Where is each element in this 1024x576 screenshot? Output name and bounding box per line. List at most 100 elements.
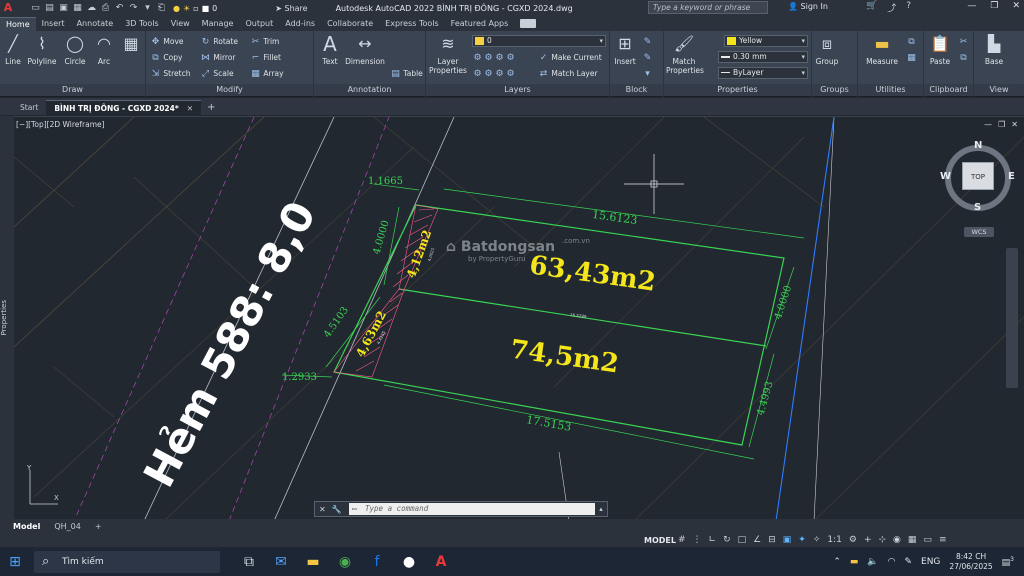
view-group-label[interactable]: View [974, 84, 1024, 96]
quick-select-icon[interactable]: ⧉ [906, 35, 917, 49]
match-layer-button[interactable]: ⇄ Match Layer [538, 67, 598, 81]
plot-icon[interactable]: ⎗ [156, 3, 167, 14]
windows-start-icon[interactable]: ⊞ [0, 554, 30, 570]
copy-clip-icon[interactable]: ⧉ [958, 51, 969, 65]
array-button[interactable]: ▦ Array [250, 67, 283, 81]
search-input[interactable]: Type a keyword or phrase [648, 1, 768, 14]
utilities-group-label[interactable]: Utilities [858, 84, 923, 96]
text-button[interactable]: A Text [318, 33, 342, 66]
calculator-icon[interactable]: ▦ [906, 51, 917, 65]
properties-group-label[interactable]: Properties [664, 84, 811, 96]
ortho-icon[interactable]: ∟ [709, 535, 717, 545]
tab-view[interactable]: View [165, 17, 196, 31]
trim-button[interactable]: ✂ Trim [250, 35, 280, 49]
block-group-label[interactable]: Block [610, 84, 663, 96]
viewcube-west[interactable]: W [940, 171, 951, 182]
mail-icon[interactable]: ✉ [272, 554, 290, 570]
group-button[interactable]: ⧈ Group [814, 33, 840, 66]
make-current-button[interactable]: ✓ Make Current [538, 51, 602, 65]
grid-icon[interactable]: # [678, 535, 686, 545]
language-indicator[interactable]: ENG [921, 557, 940, 567]
sign-in-button[interactable]: 👤 Sign In [788, 2, 828, 11]
layer-tools-row2[interactable]: ⚙ ⚙ ⚙ ⚙ [472, 67, 516, 81]
base-button[interactable]: ▙ Base [980, 33, 1008, 66]
share-button[interactable]: ➤ Share [275, 4, 307, 13]
layer-properties-button[interactable]: ≋ Layer Properties [428, 33, 468, 75]
viewcube-south[interactable]: S [974, 202, 981, 213]
fillet-button[interactable]: ⌐ Fillet [250, 51, 281, 65]
groups-group-label[interactable]: Groups [812, 84, 857, 96]
polar-icon[interactable]: ↻ [723, 535, 731, 545]
model-space-button[interactable]: MODEL [644, 536, 676, 545]
autocad-logo-icon[interactable]: A [0, 1, 16, 15]
dimension-button[interactable]: ↔ Dimension [344, 33, 386, 66]
polyline-button[interactable]: ⌇ Polyline [26, 33, 58, 66]
redo-icon[interactable]: ↷ [128, 3, 139, 14]
hardware-accel-icon[interactable]: ▦ [908, 535, 917, 545]
chrome-icon[interactable]: ◉ [336, 554, 354, 570]
annotation-scale-value[interactable]: 1:1 [827, 535, 841, 545]
file-explorer-icon[interactable]: ▬ [304, 554, 322, 570]
lineweight-dropdown[interactable]: 0.30 mm [718, 51, 808, 63]
network-icon[interactable]: ◠ [888, 557, 896, 567]
clipboard-group-label[interactable]: Clipboard [924, 84, 973, 96]
annotation-visibility-icon[interactable]: ✦ [798, 535, 806, 545]
stretch-button[interactable]: ⇲ Stretch [150, 67, 191, 81]
command-input[interactable]: Type a command [349, 503, 595, 515]
ribbon-options-icon[interactable] [520, 19, 537, 28]
layout-tab-model[interactable]: Model [6, 522, 47, 531]
tab-manage[interactable]: Manage [196, 17, 240, 31]
wcs-menu[interactable]: WCS [964, 227, 994, 237]
move-button[interactable]: ✥ Move [150, 35, 184, 49]
units-icon[interactable]: ⊹ [879, 535, 887, 545]
clean-screen-icon[interactable]: ▭ [923, 535, 932, 545]
tab-annotate[interactable]: Annotate [71, 17, 120, 31]
insert-button[interactable]: ⊞ Insert [612, 33, 638, 66]
layers-group-label[interactable]: Layers [426, 84, 609, 96]
table-button[interactable]: ▤ Table [390, 67, 423, 81]
lineweight-toggle-icon[interactable]: ⊟ [768, 535, 776, 545]
open-folder-icon[interactable]: ▤ [44, 3, 55, 14]
drawing-viewport[interactable]: [−][Top][2D Wireframe] — ❐ ✕ Hẻm 588: 8,… [14, 116, 1024, 520]
color-dropdown[interactable]: Yellow [724, 35, 808, 47]
circle-button[interactable]: ◯ Circle [62, 33, 88, 66]
new-tab-icon[interactable]: + [207, 100, 215, 115]
autocad-task-icon[interactable]: A [432, 554, 450, 570]
zalo-icon[interactable]: ● [400, 554, 418, 570]
copy-button[interactable]: ⧉ Copy [150, 51, 182, 65]
cmd-close-icon[interactable]: ✕ [319, 505, 326, 514]
viewport-controls-label[interactable]: [−][Top][2D Wireframe] [16, 120, 105, 129]
tab-featured-apps[interactable]: Featured Apps [445, 17, 515, 31]
print-icon[interactable]: ⎙ [100, 3, 111, 14]
layout-tab-qh04[interactable]: QH_04 [47, 522, 88, 531]
minimize-icon[interactable]: — [967, 1, 976, 11]
cloud-icon[interactable]: ☁ [86, 3, 97, 14]
tab-active-drawing[interactable]: BÌNH TRỊ ĐÔNG - CGXD 2024* ✕ [46, 100, 202, 115]
otrack-icon[interactable]: ∠ [753, 535, 761, 545]
workspace-gear-icon[interactable]: ⚙ [849, 535, 857, 545]
match-properties-button[interactable]: 🖌 Match Properties [666, 33, 704, 75]
annotation-scale-icon[interactable]: ✧ [813, 535, 821, 545]
pen-icon[interactable]: ✎ [904, 557, 912, 567]
arc-button[interactable]: ◠ Arc [92, 33, 116, 66]
folder-tray-icon[interactable]: ▬ [850, 557, 859, 567]
tab-start[interactable]: Start [12, 100, 46, 115]
cart-icon[interactable]: 🛒 [866, 1, 877, 14]
volume-icon[interactable]: 🔈 [867, 557, 878, 567]
line-button[interactable]: ╱ Line [2, 33, 24, 66]
osnap-icon[interactable]: □ [738, 535, 747, 545]
paste-button[interactable]: 📋 Paste [926, 33, 954, 66]
cut-icon[interactable]: ✂ [958, 35, 969, 49]
navigation-bar[interactable] [1006, 248, 1018, 388]
isolate-icon[interactable]: ◉ [893, 535, 901, 545]
restore-icon[interactable]: ❐ [990, 1, 998, 11]
viewcube-north[interactable]: N [974, 140, 982, 151]
annomonitor-icon[interactable]: + [864, 535, 872, 545]
workspace-icon[interactable]: ▾ [142, 3, 153, 14]
save-as-icon[interactable]: ▦ [72, 3, 83, 14]
tab-3d-tools[interactable]: 3D Tools [119, 17, 165, 31]
viewcube-top-face[interactable]: TOP [962, 162, 994, 190]
task-view-icon[interactable]: ⧉ [240, 554, 258, 570]
selection-cycling-icon[interactable]: ▣ [783, 535, 792, 545]
attribute-icon[interactable]: ▾ [642, 67, 653, 81]
